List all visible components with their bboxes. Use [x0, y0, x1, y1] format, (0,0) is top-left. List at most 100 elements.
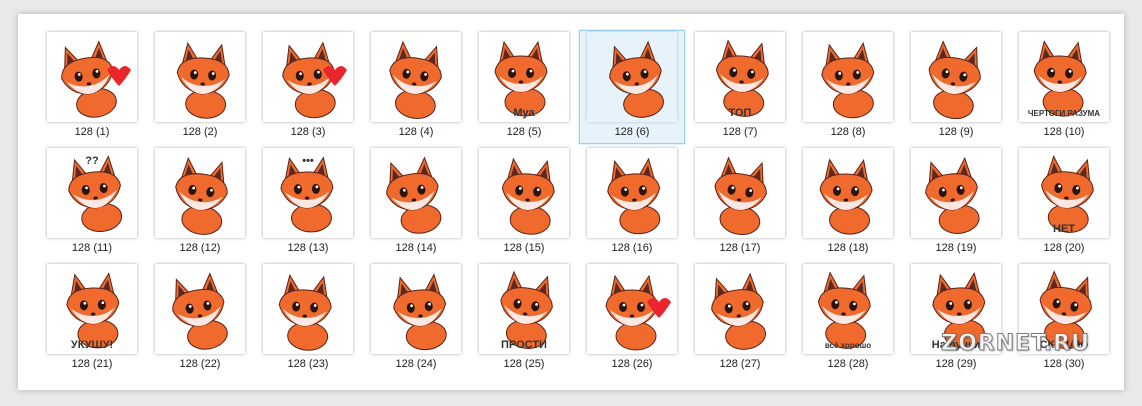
- file-item[interactable]: 128 (8): [794, 29, 902, 145]
- file-name-label: 128 (8): [830, 126, 866, 138]
- file-thumbnail[interactable]: [587, 32, 677, 122]
- file-name-label: 128 (16): [611, 242, 653, 254]
- file-item[interactable]: На ручки 128 (29): [902, 261, 1010, 377]
- file-thumbnail[interactable]: [695, 148, 785, 238]
- fox-detective-sticker-icon: ЧЕРТОГИ РАЗУМА: [1028, 40, 1100, 118]
- fox-lying-sticker-icon: [711, 272, 766, 350]
- fox-bored-sticker-icon: [819, 158, 873, 235]
- file-item[interactable]: 128 (9): [902, 29, 1010, 145]
- fox-confused-sticker-icon: ??: [68, 155, 123, 233]
- file-name-label: 128 (12): [179, 242, 221, 254]
- thumbnail-grid: 128 (1) 128 (2) 128 (3) 128 (4) Муа 128 (5) 12…: [38, 29, 1118, 377]
- file-thumbnail[interactable]: [803, 32, 893, 122]
- file-item[interactable]: ?? 128 (11): [38, 145, 146, 261]
- fox-ellipsis-sticker-icon: •••: [280, 155, 334, 233]
- file-item[interactable]: 128 (2): [146, 29, 254, 145]
- file-name-label: 128 (3): [290, 126, 326, 138]
- fox-no-sticker-icon: НЕТ: [1041, 155, 1094, 235]
- fox-bite-sticker-icon: УКУШУ!: [66, 272, 120, 351]
- file-thumbnail[interactable]: [371, 264, 461, 354]
- file-item[interactable]: СКУЧАЮ 128 (30): [1010, 261, 1118, 377]
- file-name-label: 128 (18): [827, 242, 869, 254]
- file-name-label: 128 (23): [287, 358, 329, 370]
- fox-mua-sticker-icon: Муа: [494, 40, 548, 119]
- file-thumbnail[interactable]: [695, 264, 785, 354]
- file-name-label: 128 (20): [1043, 242, 1085, 254]
- watermark: ZORNET.RU: [941, 331, 1090, 357]
- file-thumbnail[interactable]: [587, 148, 677, 238]
- fox-proud-sticker-icon: [501, 157, 555, 235]
- svg-text:Муа: Муа: [513, 107, 535, 119]
- file-thumbnail[interactable]: [587, 264, 677, 354]
- file-item[interactable]: Муа 128 (5): [470, 29, 578, 145]
- file-item[interactable]: 128 (19): [902, 145, 1010, 261]
- file-item[interactable]: 128 (26): [578, 261, 686, 377]
- file-thumbnail[interactable]: [911, 32, 1001, 122]
- file-item[interactable]: 128 (6): [578, 29, 686, 145]
- file-name-label: 128 (14): [395, 242, 437, 254]
- file-item[interactable]: 128 (24): [362, 261, 470, 377]
- file-thumbnail[interactable]: [911, 148, 1001, 238]
- file-thumbnail[interactable]: •••: [263, 148, 353, 238]
- file-item[interactable]: ••• 128 (13): [254, 145, 362, 261]
- file-thumbnail[interactable]: [155, 32, 245, 122]
- file-name-label: 128 (29): [935, 358, 977, 370]
- file-thumbnail[interactable]: [479, 148, 569, 238]
- file-item[interactable]: НЕТ 128 (20): [1010, 145, 1118, 261]
- file-thumbnail[interactable]: [371, 32, 461, 122]
- file-item[interactable]: 128 (27): [686, 261, 794, 377]
- file-thumbnail[interactable]: [155, 264, 245, 354]
- file-name-label: 128 (11): [71, 242, 113, 254]
- file-item[interactable]: 128 (17): [686, 145, 794, 261]
- file-name-label: 128 (1): [74, 126, 110, 138]
- file-thumbnail[interactable]: [371, 148, 461, 238]
- file-name-label: 128 (19): [935, 242, 977, 254]
- file-item[interactable]: 128 (22): [146, 261, 254, 377]
- file-item[interactable]: ЧЕРТОГИ РАЗУМА 128 (10): [1010, 29, 1118, 145]
- svg-text:•••: •••: [302, 155, 314, 167]
- fox-sign-sticker-icon: ТОП: [715, 39, 769, 119]
- file-thumbnail[interactable]: НЕТ: [1019, 148, 1109, 238]
- file-thumbnail[interactable]: всё хорошо: [803, 264, 893, 354]
- file-thumbnail[interactable]: [47, 32, 137, 122]
- file-thumbnail[interactable]: ТОП: [695, 32, 785, 122]
- file-item[interactable]: 128 (16): [578, 145, 686, 261]
- file-item[interactable]: 128 (4): [362, 29, 470, 145]
- file-item[interactable]: ТОП 128 (7): [686, 29, 794, 145]
- file-thumbnail[interactable]: [155, 148, 245, 238]
- file-thumbnail[interactable]: ??: [47, 148, 137, 238]
- file-name-label: 128 (13): [287, 242, 329, 254]
- file-item[interactable]: 128 (1): [38, 29, 146, 145]
- file-thumbnail[interactable]: УКУШУ!: [47, 264, 137, 354]
- file-item[interactable]: 128 (23): [254, 261, 362, 377]
- file-name-label: 128 (7): [722, 126, 758, 138]
- svg-text:НЕТ: НЕТ: [1053, 223, 1075, 235]
- fox-with-heart-sticker-icon: [61, 40, 131, 118]
- fox-shrug-sticker-icon: [607, 157, 661, 235]
- file-name-label: 128 (10): [1043, 126, 1085, 138]
- svg-text:??: ??: [85, 155, 99, 167]
- svg-text:ЧЕРТОГИ РАЗУМА: ЧЕРТОГИ РАЗУМА: [1028, 109, 1100, 118]
- fox-thinking-sticker-icon: [928, 40, 981, 120]
- file-item[interactable]: 128 (14): [362, 145, 470, 261]
- file-thumbnail[interactable]: [263, 264, 353, 354]
- file-item[interactable]: 128 (15): [470, 145, 578, 261]
- file-item[interactable]: УКУШУ! 128 (21): [38, 261, 146, 377]
- svg-text:ПРОСТИ: ПРОСТИ: [501, 339, 547, 351]
- file-name-label: 128 (22): [179, 358, 221, 370]
- fox-heartbroken-sticker-icon: [605, 274, 671, 351]
- file-thumbnail[interactable]: [803, 148, 893, 238]
- file-item[interactable]: ПРОСТИ 128 (25): [470, 261, 578, 377]
- file-name-label: 128 (26): [611, 358, 653, 370]
- fox-pillow-sticker-icon: [278, 273, 332, 351]
- file-thumbnail[interactable]: ЧЕРТОГИ РАЗУМА: [1019, 32, 1109, 122]
- file-item[interactable]: 128 (12): [146, 145, 254, 261]
- file-thumbnail[interactable]: [263, 32, 353, 122]
- file-item[interactable]: всё хорошо 128 (28): [794, 261, 902, 377]
- file-item[interactable]: 128 (18): [794, 145, 902, 261]
- file-thumbnail[interactable]: ПРОСТИ: [479, 264, 569, 354]
- file-thumbnail[interactable]: Муа: [479, 32, 569, 122]
- file-name-label: 128 (17): [719, 242, 761, 254]
- file-name-label: 128 (30): [1043, 358, 1085, 370]
- file-item[interactable]: 128 (3): [254, 29, 362, 145]
